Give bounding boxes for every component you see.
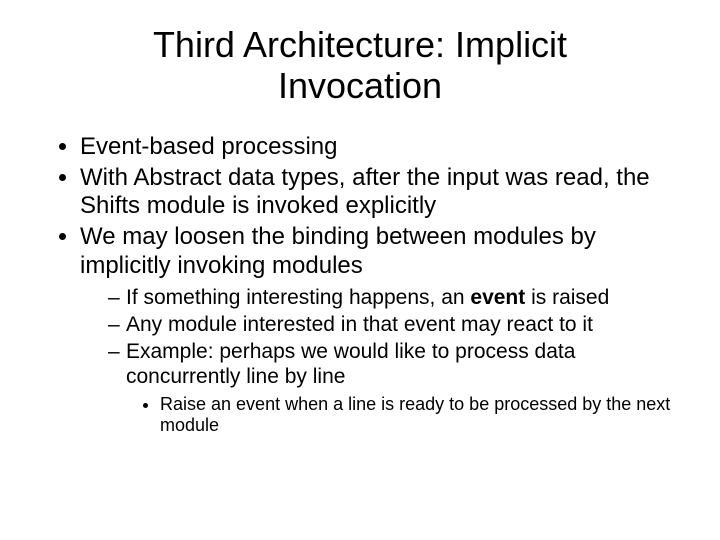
sub-bullet-item: Any module interested in that event may … (108, 312, 680, 337)
sub-bullet-text: is raised (525, 286, 609, 309)
sub-bullet-text: Example: perhaps we would like to proces… (126, 340, 575, 388)
bullet-text: We may loosen the binding between module… (80, 223, 596, 279)
sub-bullet-list: If something interesting happens, an eve… (80, 285, 680, 437)
bullet-item: Event-based processing (80, 133, 680, 162)
bullet-item: We may loosen the binding between module… (80, 223, 680, 437)
sub-bullet-item: Example: perhaps we would like to proces… (108, 339, 680, 437)
sub-bullet-bold: event (470, 286, 525, 309)
sub-sub-bullet-list: Raise an event when a line is ready to b… (126, 394, 680, 437)
sub-sub-bullet-item: Raise an event when a line is ready to b… (160, 394, 680, 437)
slide-title: Third Architecture: Implicit Invocation (80, 24, 640, 107)
bullet-list: Event-based processing With Abstract dat… (40, 133, 680, 437)
slide: Third Architecture: Implicit Invocation … (0, 0, 720, 540)
sub-bullet-text: If something interesting happens, an (126, 286, 470, 309)
sub-bullet-item: If something interesting happens, an eve… (108, 285, 680, 310)
bullet-item: With Abstract data types, after the inpu… (80, 164, 680, 222)
